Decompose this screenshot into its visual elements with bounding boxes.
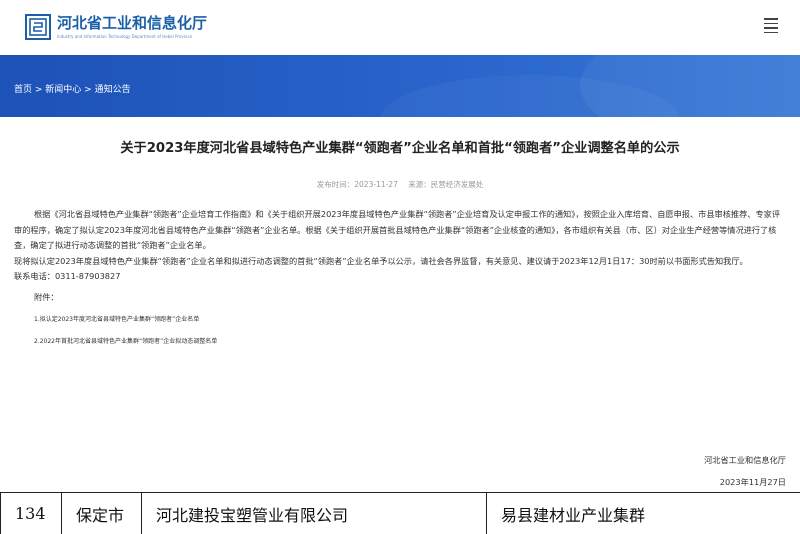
- breadcrumb-separator: >: [81, 85, 95, 95]
- breadcrumb-home[interactable]: 首页: [14, 85, 32, 95]
- menu-icon[interactable]: [764, 18, 778, 34]
- signature-date: 2023年11月27日: [719, 477, 786, 487]
- logo-title: 河北省工业和信息化厅: [57, 14, 208, 32]
- breadcrumb-separator: >: [32, 85, 46, 95]
- site-logo[interactable]: 河北省工业和信息化厅 Industry and Information Tech…: [25, 10, 207, 44]
- article-container: 关于2023年度河北省县域特色产业集群“领跑者”企业名单和首批“领跑者”企业调整…: [0, 117, 800, 492]
- article-meta: 发布时间：2023-11-27 来源：民营经济发展处: [0, 179, 800, 190]
- table-cell-company: 河北建投宝塑管业有限公司: [142, 493, 487, 534]
- table-cell-number: 134: [0, 493, 62, 534]
- breadcrumb-news[interactable]: 新闻中心: [45, 85, 81, 95]
- article-paragraph: 根据《河北省县域特色产业集群“领跑者”企业培育工作指南》和《关于组织开展2023…: [14, 209, 781, 250]
- article-title: 关于2023年度河北省县域特色产业集群“领跑者”企业名单和首批“领跑者”企业调整…: [120, 141, 680, 156]
- table-cell-cluster: 易县建材业产业集群: [501, 505, 646, 525]
- article-source: 来源：民营经济发展处: [408, 180, 484, 189]
- table-row: 134 保定市 河北建投宝塑管业有限公司 易县建材业产业集群: [0, 492, 800, 534]
- table-cell-city: 保定市: [62, 493, 142, 534]
- page-banner: 首页 > 新闻中心 > 通知公告: [0, 55, 800, 117]
- contact-phone: 联系电话：0311-87903827: [14, 271, 121, 281]
- attachments-label: 附件：: [34, 291, 59, 302]
- publish-date: 发布时间：2023-11-27: [316, 180, 398, 189]
- article-body: 根据《河北省县域特色产业集群“领跑者”企业培育工作指南》和《关于组织开展2023…: [14, 207, 786, 346]
- logo-subtitle: Industry and Information Technology Depa…: [57, 34, 193, 39]
- logo-emblem-icon: [25, 14, 51, 40]
- article-paragraph: 现将拟认定2023年度县域特色产业集群“领跑者”企业名单和拟进行动态调整的首批“…: [14, 255, 748, 266]
- attachment-link-2[interactable]: 2.2022年首批河北省县域特色产业集群“领跑者”企业拟动态调整名单: [34, 337, 786, 346]
- breadcrumb: 首页 > 新闻中心 > 通知公告: [14, 82, 131, 95]
- attachment-link-1[interactable]: 1.拟认定2023年度河北省县域特色产业集群“领跑者”企业名单: [34, 315, 786, 324]
- signature-org: 河北省工业和信息化厅: [704, 455, 786, 465]
- breadcrumb-notices[interactable]: 通知公告: [95, 85, 131, 95]
- site-header: 河北省工业和信息化厅 Industry and Information Tech…: [0, 0, 800, 55]
